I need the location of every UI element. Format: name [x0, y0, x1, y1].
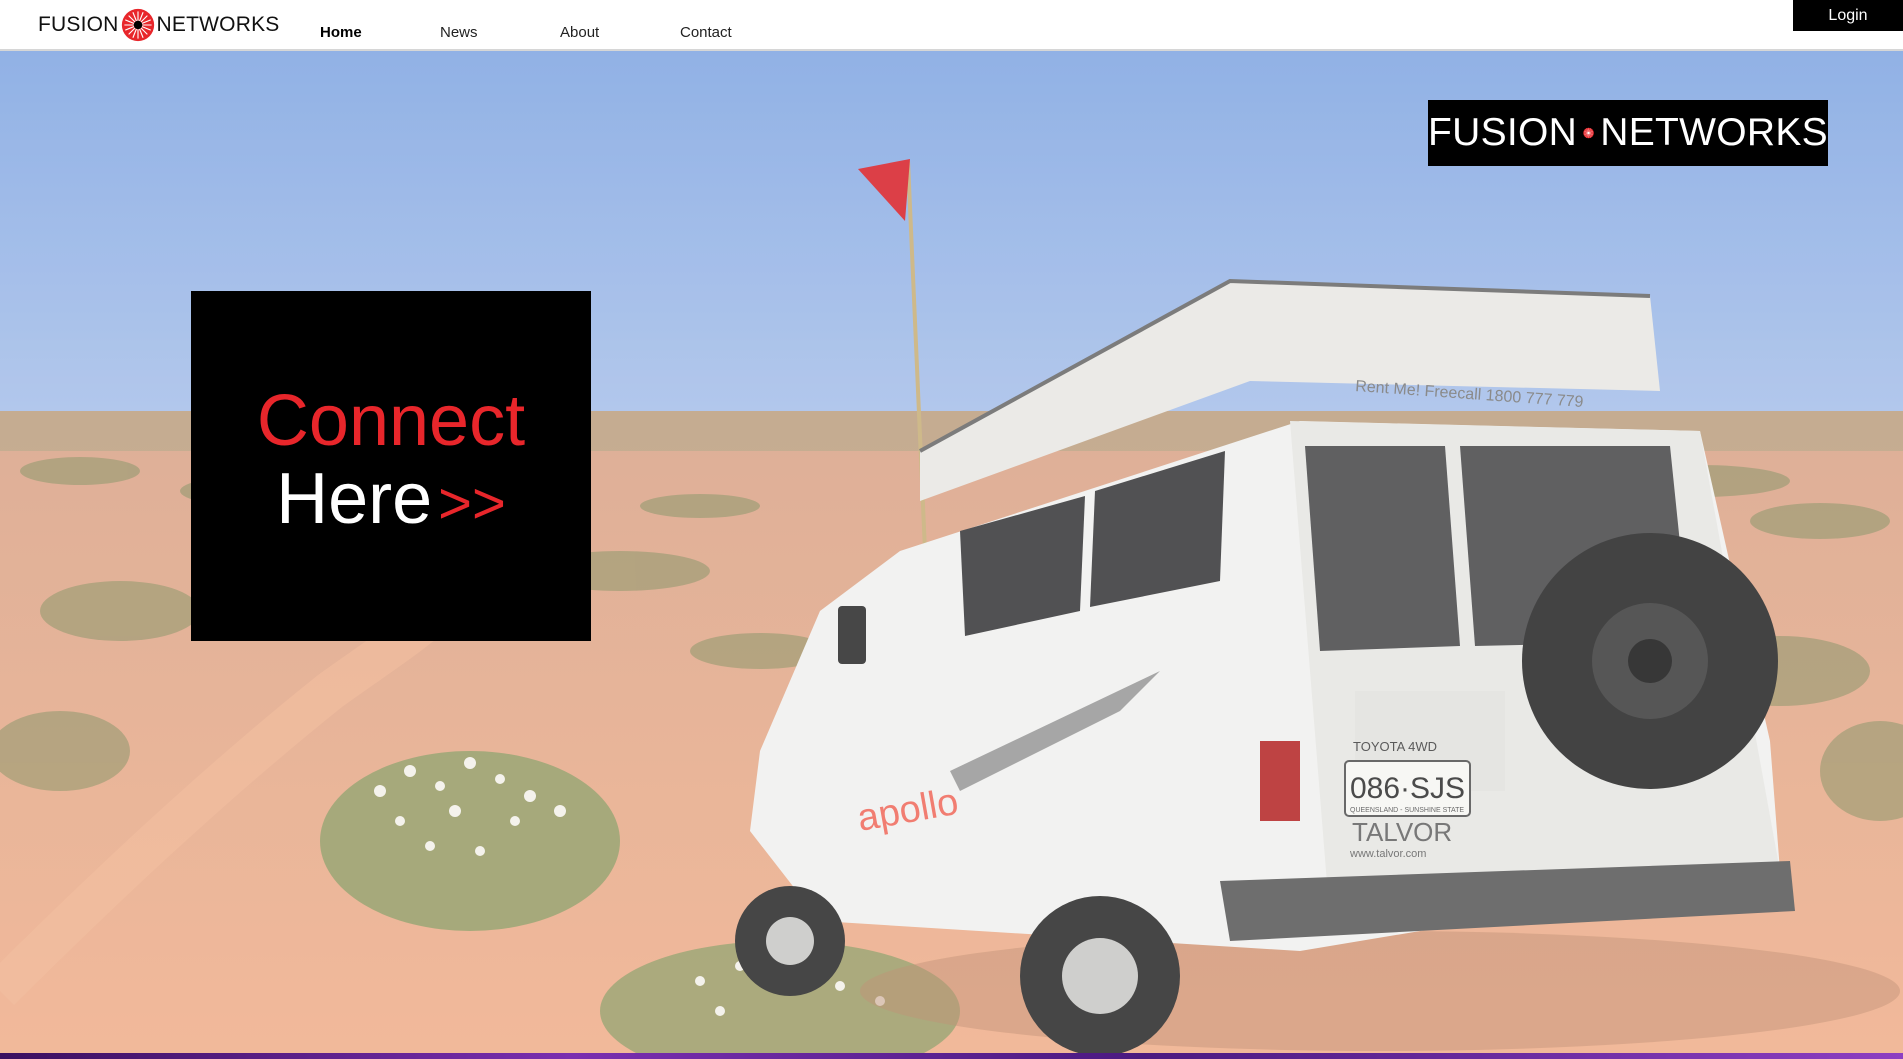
- hero-section: apollo Rent Me! Freecall 1800 777 779 TO…: [0, 51, 1903, 1053]
- starburst-icon: [121, 8, 154, 42]
- nav-about[interactable]: About: [560, 24, 599, 41]
- nav-contact[interactable]: Contact: [680, 24, 732, 41]
- cta-arrow-icon: >>: [438, 470, 506, 536]
- site-header: FUSION NETWORKS Home News About Contact …: [0, 0, 1903, 51]
- hero-brand-right: NETWORKS: [1600, 111, 1828, 154]
- starburst-icon: [1583, 127, 1594, 139]
- bottom-banner-strip: [0, 1053, 1903, 1059]
- nav-home[interactable]: Home: [320, 24, 362, 41]
- hero-brand-left: FUSION: [1428, 111, 1578, 154]
- brand-left: FUSION: [38, 13, 119, 36]
- cta-line2: Here >>: [276, 460, 506, 543]
- cta-line2-text: Here: [276, 458, 433, 539]
- login-button[interactable]: Login: [1793, 0, 1903, 31]
- hero-brand-logo: FUSION NETWORKS: [1428, 100, 1828, 166]
- cta-line1: Connect: [256, 380, 526, 461]
- nav-news[interactable]: News: [440, 24, 478, 41]
- brand-right: NETWORKS: [156, 13, 280, 36]
- brand-logo[interactable]: FUSION NETWORKS: [38, 8, 279, 42]
- connect-here-button[interactable]: Connect Here >>: [191, 291, 591, 641]
